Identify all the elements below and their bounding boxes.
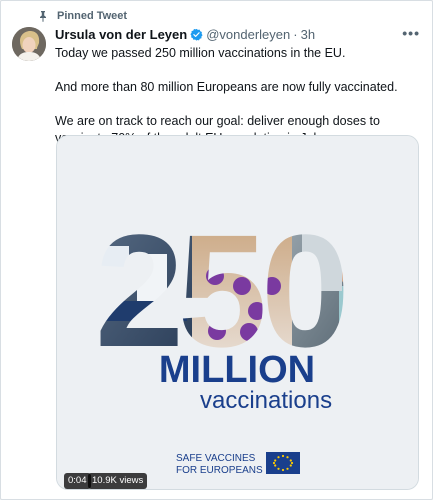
pinned-label: Pinned Tweet (57, 10, 128, 22)
video-player[interactable]: 250 (56, 135, 419, 490)
tweet-card[interactable]: Pinned Tweet Ursula von der Leyen @vonde… (0, 0, 433, 500)
tweet-header: Ursula von der Leyen @vonderleyen · 3h (55, 27, 315, 42)
video-view-count: 10.9K views (88, 473, 148, 489)
verified-badge-icon (190, 28, 203, 41)
headline-word: MILLION (159, 349, 315, 391)
pin-icon (40, 11, 46, 22)
author-name[interactable]: Ursula von der Leyen (55, 27, 187, 42)
tweet-paragraph-1: Today we passed 250 million vaccinations… (55, 46, 346, 60)
video-frame: 250 (57, 136, 418, 489)
footer-line-2: FOR EUROPEANS (176, 465, 263, 476)
separator-dot: · (293, 27, 298, 42)
tweet-timestamp[interactable]: 3h (301, 27, 315, 42)
more-options-icon[interactable]: ••• (402, 25, 420, 41)
headline-subline: vaccinations (200, 387, 332, 414)
pinned-indicator: Pinned Tweet (37, 10, 127, 22)
video-duration: 0:04 (64, 473, 91, 489)
author-handle[interactable]: @vonderleyen (206, 27, 290, 42)
footer-line-1: SAFE VACCINES (176, 453, 256, 464)
avatar[interactable] (12, 27, 46, 61)
tweet-paragraph-2: And more than 80 million Europeans are n… (55, 80, 398, 94)
eu-flag-icon (266, 452, 300, 474)
